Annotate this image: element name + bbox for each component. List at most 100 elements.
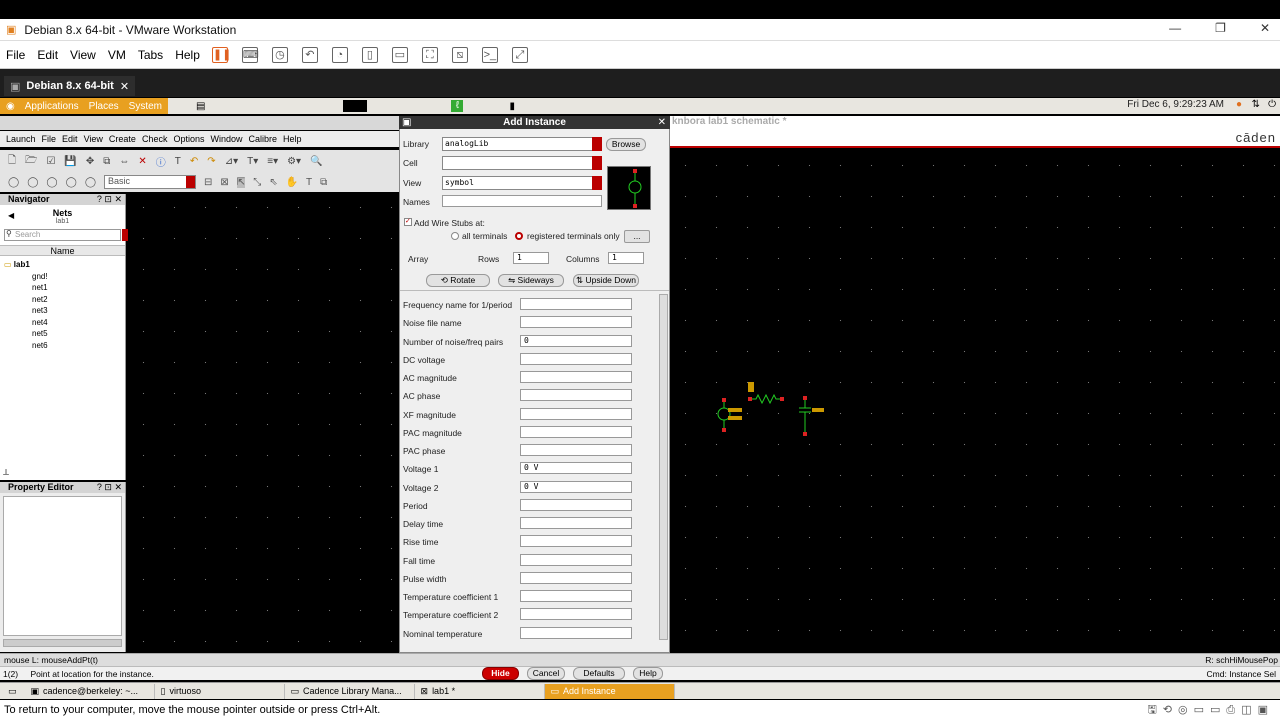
stop-icon[interactable]: ◯	[85, 177, 96, 188]
search-tool-icon[interactable]: 🔍	[310, 156, 322, 167]
revert-snapshot-icon[interactable]: ↶	[301, 46, 318, 63]
names-input[interactable]	[442, 195, 602, 207]
tree-net[interactable]: net5	[4, 328, 125, 340]
snapshot-icon[interactable]: ◷	[271, 46, 288, 63]
library-view-icon[interactable]: ▯	[361, 46, 378, 63]
open-icon[interactable]: 🗁	[25, 153, 37, 170]
vm-menu-help[interactable]: Help	[175, 48, 200, 62]
check-save-icon[interactable]: ☑	[46, 156, 55, 167]
properties-icon[interactable]: ⓘ	[156, 154, 166, 169]
minimize-icon[interactable]: —	[1169, 21, 1181, 35]
param-input[interactable]	[520, 444, 632, 456]
network-icon[interactable]: ⇅	[1252, 99, 1260, 110]
param-input[interactable]	[520, 371, 632, 383]
param-input[interactable]: 0 V	[520, 480, 632, 493]
deselect-icon[interactable]: ⊠	[220, 177, 228, 188]
label-icon[interactable]: T▾	[247, 156, 258, 167]
tree-net[interactable]: net6	[4, 340, 125, 352]
stretch-tool-icon[interactable]: ⇔	[119, 156, 129, 167]
pin-icon[interactable]: ⚙▾	[287, 156, 301, 167]
param-input[interactable]	[520, 608, 632, 621]
param-input[interactable]	[520, 389, 632, 402]
pause-icon[interactable]: ❚❚	[211, 46, 231, 63]
param-input[interactable]: 0	[520, 334, 632, 347]
redo-icon[interactable]: ↷	[207, 156, 215, 167]
virt-menu-view[interactable]: View	[84, 134, 103, 144]
undo-icon[interactable]: ↶	[190, 156, 198, 167]
help-button[interactable]: Help	[633, 667, 663, 680]
new-icon[interactable]: 🗋	[8, 153, 16, 170]
wire-stubs-more-button[interactable]: ...	[624, 230, 650, 243]
param-input[interactable]	[520, 535, 632, 548]
task-terminal[interactable]: ▣ cadence@berkeley: ~...	[25, 683, 155, 699]
close-icon[interactable]: ✕	[1260, 21, 1270, 35]
tree-root-lab1[interactable]: ▭ lab1	[4, 259, 125, 271]
panel-launcher-icon[interactable]: ▤	[196, 101, 205, 112]
firefox-icon[interactable]: ●	[1236, 99, 1242, 110]
panel-app-icon[interactable]: ℓ	[451, 100, 464, 112]
virt-menu-options[interactable]: Options	[173, 134, 204, 144]
window-icon[interactable]: ⧉	[320, 177, 327, 188]
navigator-search-input[interactable]: ⚲ Search	[4, 229, 132, 241]
gnome-clock[interactable]: Fri Dec 6, 9:29:23 AM	[1127, 99, 1224, 110]
cell-dropdown-icon[interactable]	[592, 156, 602, 170]
upside-down-button[interactable]: ⇅ Upside Down	[573, 274, 639, 287]
tree-net[interactable]: net4	[4, 317, 125, 329]
task-virtuoso[interactable]: ▯ virtuoso	[155, 683, 285, 699]
show-desktop-icon[interactable]: ▭	[0, 686, 25, 697]
horizontal-scrollbar[interactable]	[3, 639, 122, 647]
param-input[interactable]: 0 V	[520, 462, 632, 475]
registered-terminals-radio[interactable]	[515, 232, 523, 240]
pointer-icon[interactable]: ⇖	[269, 177, 277, 188]
power-icon[interactable]: ⏻	[1268, 99, 1276, 110]
gnome-menu-places[interactable]: Places	[89, 101, 119, 112]
library-combo[interactable]: analogLib	[442, 137, 602, 151]
param-input[interactable]	[520, 316, 632, 329]
vm-tab-debian[interactable]: ▣ Debian 8.x 64-bit ✕	[4, 76, 136, 96]
capacitor-symbol[interactable]	[799, 398, 811, 434]
browse-button[interactable]: Browse	[606, 138, 646, 151]
up-icon[interactable]: ◯	[46, 177, 57, 188]
all-terminals-radio[interactable]	[451, 232, 459, 240]
zoom-fit-icon[interactable]: ⤡	[253, 177, 261, 188]
param-input[interactable]	[520, 407, 632, 420]
vm-menu-edit[interactable]: Edit	[37, 48, 58, 62]
param-input[interactable]	[520, 298, 632, 310]
schematic-canvas-left[interactable]	[128, 192, 398, 653]
param-input[interactable]	[520, 571, 632, 584]
cancel-button[interactable]: Cancel	[527, 667, 565, 680]
rotate-button[interactable]: ⟲ Rotate	[426, 274, 490, 287]
console-icon[interactable]: >_	[481, 46, 498, 63]
defaults-button[interactable]: Defaults	[573, 667, 625, 680]
virt-menu-file[interactable]: File	[42, 134, 57, 144]
tree-net[interactable]: gnd!	[4, 271, 125, 283]
gnome-menu-applications[interactable]: Applications	[25, 101, 79, 112]
back-icon[interactable]: ◯	[8, 177, 19, 188]
vm-menu-vm[interactable]: VM	[108, 48, 126, 62]
navigator-column-name[interactable]: Name	[0, 245, 125, 256]
property-editor-body[interactable]	[3, 496, 122, 636]
dialog-menu-icon[interactable]: ▣	[402, 116, 411, 129]
vm-menu-file[interactable]: File	[6, 48, 25, 62]
send-keys-icon[interactable]: ⌨	[241, 46, 259, 63]
fullscreen-icon[interactable]: ⛶	[421, 46, 438, 63]
view-combo[interactable]: symbol	[442, 176, 602, 190]
unity-icon[interactable]: ⧅	[451, 46, 468, 63]
param-input[interactable]	[520, 425, 632, 438]
device-status-icons[interactable]: 🖫⟲◎▭▭⎙◫▣	[1147, 700, 1274, 720]
dialog-vertical-scrollbar[interactable]	[659, 294, 668, 640]
tree-net[interactable]: net1	[4, 282, 125, 294]
tree-net[interactable]: net2	[4, 294, 125, 306]
library-dropdown-icon[interactable]	[592, 137, 602, 151]
stretch-icon[interactable]: ⤢	[511, 46, 528, 63]
vm-tab-close-icon[interactable]: ✕	[120, 80, 129, 93]
vm-menu-tabs[interactable]: Tabs	[138, 48, 163, 62]
virt-menu-launch[interactable]: Launch	[6, 134, 36, 144]
move-icon[interactable]: ✥	[86, 156, 94, 167]
text-icon[interactable]: T	[175, 156, 181, 167]
param-input[interactable]	[520, 590, 632, 602]
cell-combo[interactable]	[442, 156, 602, 170]
down-icon[interactable]: ◯	[66, 177, 77, 188]
columns-input[interactable]: 1	[608, 252, 644, 264]
voltage-source-symbol[interactable]	[717, 400, 731, 430]
